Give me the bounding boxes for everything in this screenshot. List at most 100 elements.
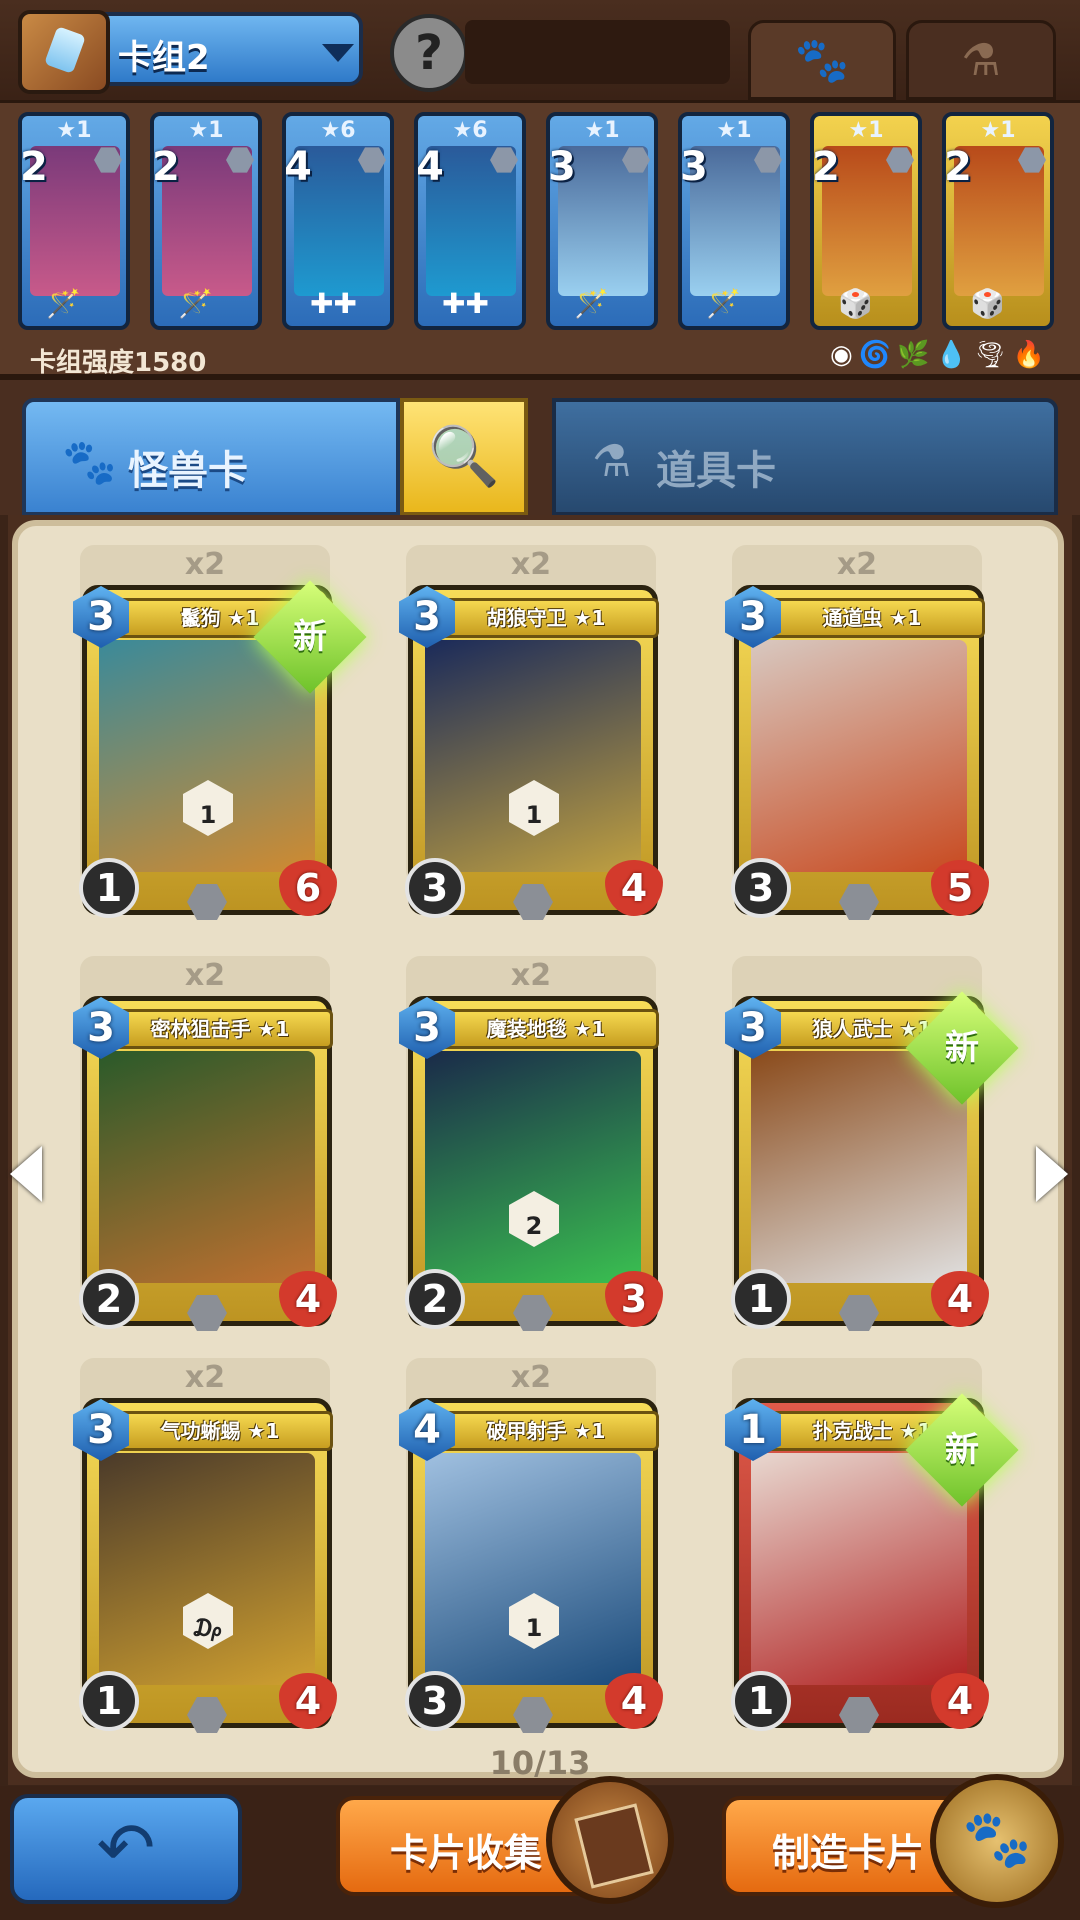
card-quantity: x2 bbox=[184, 958, 226, 993]
deck-card[interactable]: ★6 4 ✚✚ bbox=[282, 112, 394, 330]
card-health: 5 bbox=[931, 860, 989, 916]
card-art bbox=[751, 640, 967, 872]
ability-icon: 🪄 bbox=[178, 287, 213, 320]
ability-icon: 🎲 bbox=[970, 287, 1005, 320]
card-attack: 2 bbox=[405, 1269, 465, 1329]
card-attack: 3 bbox=[405, 858, 465, 918]
card-art bbox=[425, 1051, 641, 1283]
tab-pets[interactable]: 🐾 bbox=[748, 20, 896, 100]
ability-icon: 🪄 bbox=[46, 287, 81, 320]
card-name: 气功蜥蜴 ★1 bbox=[107, 1411, 333, 1451]
card-cost: 4 bbox=[284, 144, 312, 190]
card-health: 4 bbox=[605, 860, 663, 916]
potion-icon: ⚗ bbox=[592, 436, 632, 487]
craft-card-label: 制造卡片 bbox=[772, 1831, 925, 1875]
ability-icon: 🪄 bbox=[574, 287, 609, 320]
paw-icon: 🐾 bbox=[794, 35, 850, 86]
back-arrow-icon: ↶ bbox=[96, 1807, 156, 1889]
card-name: 魔装地毯 ★1 bbox=[433, 1009, 659, 1049]
tab-monster-cards[interactable]: 🐾 怪兽卡 bbox=[22, 398, 400, 516]
potion-jar-icon[interactable]: 🐾 bbox=[930, 1774, 1064, 1908]
card-attack: 3 bbox=[731, 858, 791, 918]
card-cost: 3 bbox=[680, 144, 708, 190]
tab-monster-label: 怪兽卡 bbox=[128, 448, 248, 494]
tab-item-cards[interactable]: ⚗ 道具卡 bbox=[552, 398, 1058, 516]
card-attack: 1 bbox=[79, 858, 139, 918]
card-stars: ★1 bbox=[56, 118, 92, 143]
next-page-arrow[interactable] bbox=[1036, 1146, 1068, 1202]
card-stars: ★1 bbox=[716, 118, 752, 143]
card-health: 4 bbox=[279, 1673, 337, 1729]
deck-name: 卡组2 bbox=[118, 38, 210, 78]
deck-card[interactable]: ★1 2 🎲 bbox=[942, 112, 1054, 330]
card-art bbox=[425, 1453, 641, 1685]
new-badge-label: 新 bbox=[945, 1430, 979, 1470]
card-health: 4 bbox=[931, 1271, 989, 1327]
deck-power: 卡组强度1580 bbox=[30, 348, 207, 378]
monster-card[interactable]: 通道虫 ★1 3 3 5 bbox=[725, 585, 989, 920]
card-cost: 3 bbox=[548, 144, 576, 190]
paw-icon: 🐾 bbox=[62, 437, 117, 488]
card-cost: 4 bbox=[416, 144, 444, 190]
new-badge-label: 新 bbox=[293, 617, 327, 657]
card-art bbox=[99, 640, 315, 872]
card-stars: ★6 bbox=[452, 118, 488, 143]
deck-book-icon bbox=[18, 10, 110, 94]
deck-selector[interactable]: 卡组2 bbox=[18, 10, 363, 94]
card-art bbox=[99, 1453, 315, 1685]
ability-icon: ✚✚ bbox=[442, 287, 489, 320]
ability-icon: ✚✚ bbox=[310, 287, 357, 320]
card-quantity: x2 bbox=[184, 547, 226, 582]
card-quantity: x2 bbox=[184, 1360, 226, 1395]
deck-card[interactable]: ★1 3 🪄 bbox=[678, 112, 790, 330]
monster-card[interactable]: 魔装地毯 ★1 3 2 3 2 bbox=[399, 996, 663, 1331]
card-art bbox=[425, 640, 641, 872]
deck-card[interactable]: ★1 2 🎲 bbox=[810, 112, 922, 330]
card-stars: ★1 bbox=[980, 118, 1016, 143]
deck-card[interactable]: ★6 4 ✚✚ bbox=[414, 112, 526, 330]
card-cost: 2 bbox=[812, 144, 840, 190]
card-attack: 3 bbox=[405, 1671, 465, 1731]
card-cost: 2 bbox=[20, 144, 48, 190]
monster-card[interactable]: 气功蜥蜴 ★1 3 1 4 ₯ bbox=[73, 1398, 337, 1733]
potion-icon: ⚗ bbox=[961, 35, 1001, 86]
card-quantity: x2 bbox=[836, 547, 878, 582]
back-button[interactable]: ↶ bbox=[10, 1794, 242, 1904]
card-health: 4 bbox=[605, 1673, 663, 1729]
prev-page-arrow[interactable] bbox=[10, 1146, 42, 1202]
card-art bbox=[751, 1051, 967, 1283]
avatar[interactable]: ? bbox=[390, 14, 468, 92]
card-name: 密林狙击手 ★1 bbox=[107, 1009, 333, 1049]
monster-card[interactable]: 密林狙击手 ★1 3 2 4 bbox=[73, 996, 337, 1331]
element-filter-icons[interactable]: ◉🌀🌿💧🌪🔥 bbox=[830, 340, 1051, 370]
card-quantity: x2 bbox=[510, 547, 552, 582]
card-book-icon[interactable] bbox=[546, 1776, 674, 1904]
card-art bbox=[751, 1453, 967, 1685]
card-quantity: x2 bbox=[510, 958, 552, 993]
deck-card[interactable]: ★1 2 🪄 bbox=[18, 112, 130, 330]
search-icon: 🔍 bbox=[427, 422, 501, 490]
card-health: 4 bbox=[931, 1673, 989, 1729]
card-stars: ★1 bbox=[188, 118, 224, 143]
card-attack: 1 bbox=[731, 1671, 791, 1731]
tab-items-label: 道具卡 bbox=[656, 448, 776, 494]
card-name: 破甲射手 ★1 bbox=[433, 1411, 659, 1451]
card-health: 6 bbox=[279, 860, 337, 916]
card-attack: 1 bbox=[79, 1671, 139, 1731]
monster-card[interactable]: 破甲射手 ★1 4 3 4 1 bbox=[399, 1398, 663, 1733]
tab-items[interactable]: ⚗ bbox=[906, 20, 1056, 100]
card-collection-label: 卡片收集 bbox=[390, 1831, 543, 1875]
card-health: 3 bbox=[605, 1271, 663, 1327]
deck-card[interactable]: ★1 2 🪄 bbox=[150, 112, 262, 330]
card-attack: 1 bbox=[731, 1269, 791, 1329]
search-button[interactable]: 🔍 bbox=[400, 398, 528, 516]
card-health: 4 bbox=[279, 1271, 337, 1327]
card-name: 通道虫 ★1 bbox=[759, 598, 985, 638]
card-cost: 2 bbox=[152, 144, 180, 190]
monster-card[interactable]: 胡狼守卫 ★1 3 3 4 1 bbox=[399, 585, 663, 920]
card-cost: 2 bbox=[944, 144, 972, 190]
card-quantity: x2 bbox=[510, 1360, 552, 1395]
deck-card[interactable]: ★1 3 🪄 bbox=[546, 112, 658, 330]
card-stars: ★1 bbox=[848, 118, 884, 143]
card-art bbox=[99, 1051, 315, 1283]
